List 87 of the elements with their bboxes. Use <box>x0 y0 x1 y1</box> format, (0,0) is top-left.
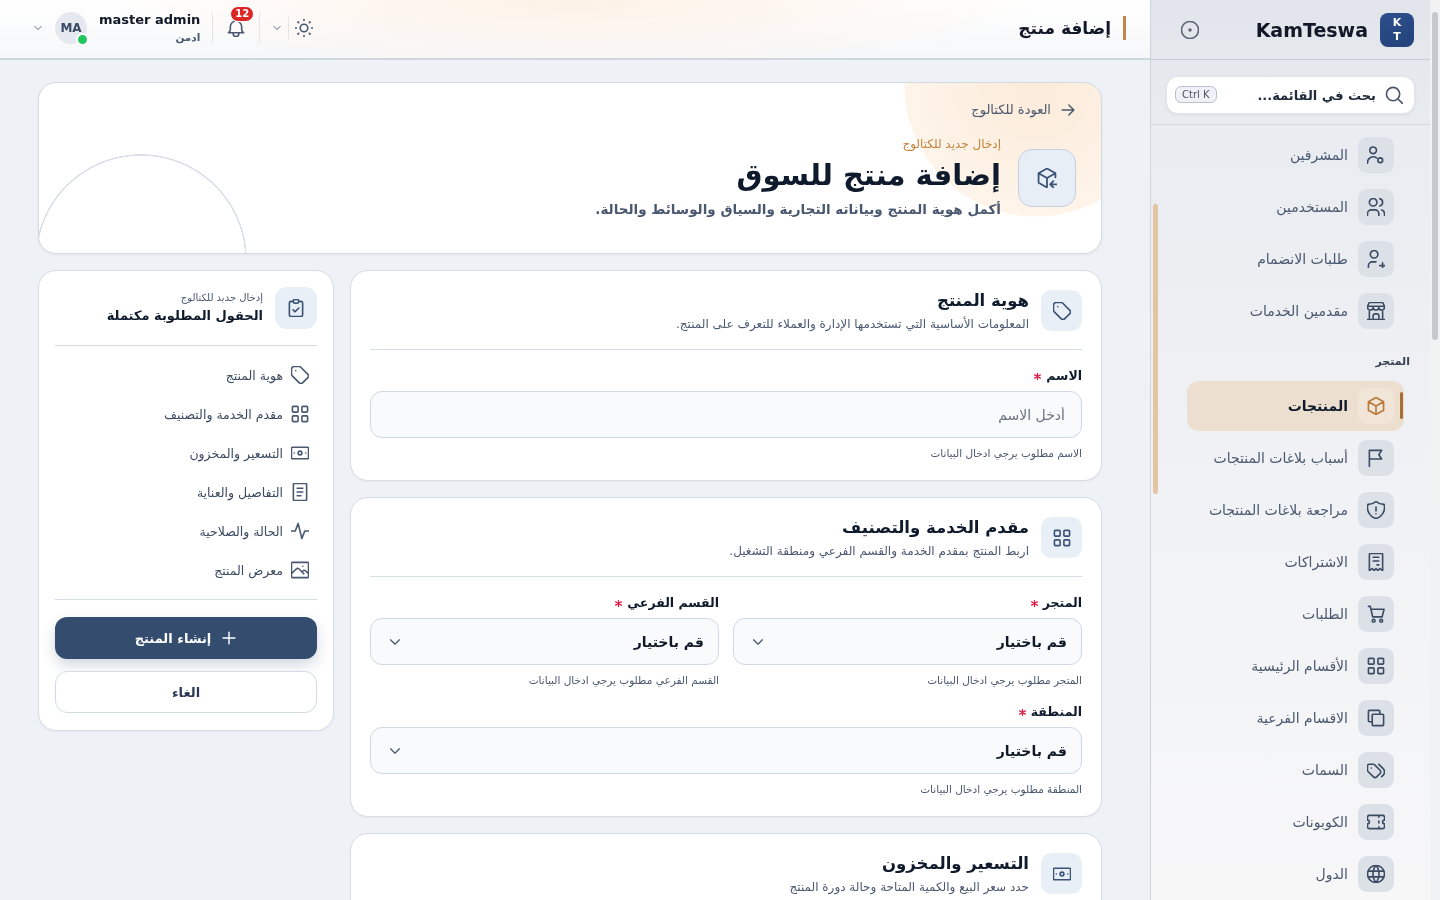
plus-icon <box>221 630 238 646</box>
nav-item[interactable]: الاشتراكات <box>1187 537 1404 587</box>
chevron-down-icon[interactable] <box>272 23 283 33</box>
users-icon <box>1358 189 1394 225</box>
summary-title: الحقول المطلوبة مكتملة <box>106 307 263 325</box>
nav-item[interactable]: أسباب بلاغات المنتجات <box>1187 433 1404 483</box>
section-heading: المتجر <box>1375 355 1410 369</box>
section-title: التسعير والمخزون <box>880 853 1029 875</box>
nav-item[interactable]: الاقسام الفرعية <box>1187 693 1404 743</box>
store-icon <box>1358 293 1394 329</box>
box-icon <box>1358 388 1394 424</box>
nav-item[interactable]: السمات <box>1187 745 1404 795</box>
tag-icon <box>1041 290 1082 331</box>
field-label: القسم الفرعي <box>627 594 719 612</box>
cancel-button[interactable]: الغاء <box>55 671 317 713</box>
nav-item[interactable]: المنتجات <box>1187 381 1404 431</box>
user-role: ادمن <box>175 31 201 44</box>
field-helper-text: المتجر مطلوب يرجي ادخال البيانات <box>927 673 1082 687</box>
section-description: المعلومات الأساسية التي تستخدمها الإدارة والعملاء للتعرف على المنتج. <box>676 315 1029 333</box>
cart-icon <box>1358 596 1394 632</box>
section-link[interactable]: الحالة والصلاحية <box>191 515 317 547</box>
user-name: master admin <box>99 12 201 28</box>
nav-item[interactable]: مقدمين الخدمات <box>1187 286 1404 336</box>
shortcut-key: Ctrl K <box>1175 86 1217 103</box>
banknote-icon <box>1041 853 1082 894</box>
avatar[interactable]: MA <box>55 12 87 44</box>
tag-icon <box>291 366 309 384</box>
image-icon <box>291 561 309 579</box>
stacked-squares-icon <box>1358 700 1394 736</box>
nav-item[interactable]: المستخدمين <box>1187 182 1404 232</box>
scrollbar-thumb[interactable] <box>1153 204 1158 494</box>
section-title: مقدم الخدمة والتصنيف <box>841 517 1029 539</box>
bell-icon[interactable] <box>227 19 246 37</box>
receipt-icon <box>1358 544 1394 580</box>
section-link[interactable]: هوية المنتج <box>217 359 317 391</box>
section-link[interactable]: مقدم الخدمة والتصنيف <box>156 398 317 430</box>
page-heading: إضافة منتج للسوق <box>736 157 1001 194</box>
nav-item[interactable]: الدول <box>1187 849 1404 899</box>
pulse-icon <box>291 522 309 540</box>
scrollbar-thumb[interactable] <box>1432 12 1438 340</box>
nav-item[interactable]: مراجعة بلاغات المنتجات <box>1187 485 1404 535</box>
globe-icon <box>1358 856 1394 892</box>
search-icon <box>1385 86 1403 104</box>
tags-icon <box>1358 752 1394 788</box>
select-field[interactable]: قم باختيار <box>370 727 1082 774</box>
section-title: هوية المنتج <box>936 290 1029 312</box>
page-subtitle: أكمل هوية المنتج وبياناته التجارية والسياق والوسائط والحالة. <box>595 200 1001 219</box>
field-label: المنطقة <box>1030 703 1082 721</box>
grid-icon <box>1358 648 1394 684</box>
nav-item[interactable]: الطلبات <box>1187 589 1404 639</box>
clipboard-check-icon <box>275 287 317 329</box>
flag-icon <box>1358 440 1394 476</box>
ticket-icon <box>1358 804 1394 840</box>
field-label: المتجر <box>1042 594 1082 612</box>
section-link[interactable]: معرض المنتج <box>206 554 317 586</box>
field-helper-text: المنطقة مطلوب يرجي ادخال البيانات <box>920 782 1082 796</box>
document-icon <box>291 483 309 501</box>
grid-icon <box>291 405 309 423</box>
page-title: إضافة منتج <box>1018 16 1126 40</box>
section-description: اربط المنتج بمقدم الخدمة والقسم الفرعي ومنطقة التشغيل. <box>729 543 1029 560</box>
create-product-button[interactable]: إنشاء المنتج <box>55 617 317 659</box>
banknote-icon <box>291 444 309 462</box>
sun-icon[interactable] <box>295 19 314 37</box>
nav-item[interactable]: الأقسام الرئيسية <box>1187 641 1404 691</box>
brand-name: KamTeswa <box>1255 18 1368 41</box>
arrow-right-icon <box>1060 102 1076 118</box>
nav-item[interactable]: الكوبونات <box>1187 797 1404 847</box>
logo-tile: KT <box>1380 12 1414 47</box>
eyebrow-text: إدخال جديد للكتالوج <box>902 136 1001 152</box>
nav-item[interactable]: طلبات الانضمام <box>1187 234 1404 284</box>
notification-badge: 12 <box>230 6 255 22</box>
field-helper-text: الاسم مطلوب يرجي ادخال البيانات <box>930 446 1082 460</box>
person-badge-icon <box>1358 137 1394 173</box>
summary-eyebrow: إدخال جديد للكتالوج <box>180 291 263 305</box>
section-link[interactable]: التفاصيل والعناية <box>188 476 317 508</box>
back-link[interactable]: العودة للكتالوج <box>971 101 1076 119</box>
chevron-down-icon[interactable] <box>33 23 43 33</box>
select-field[interactable]: قم باختيار <box>370 618 719 665</box>
field-label: الاسم <box>1046 367 1082 385</box>
select-field[interactable]: قم باختيار <box>733 618 1082 665</box>
field-helper-text: القسم الفرعي مطلوب يرجي ادخال البيانات <box>528 673 719 687</box>
section-link[interactable]: التسعير والمخزون <box>181 437 317 469</box>
section-description: حدد سعر البيع والكمية المتاحة وحالة دورة المنتج <box>789 879 1029 896</box>
shield-alert-icon <box>1358 492 1394 528</box>
nav-item[interactable]: المشرفين <box>1187 130 1404 180</box>
grid-icon <box>1041 517 1082 558</box>
user-plus-icon <box>1358 241 1394 277</box>
